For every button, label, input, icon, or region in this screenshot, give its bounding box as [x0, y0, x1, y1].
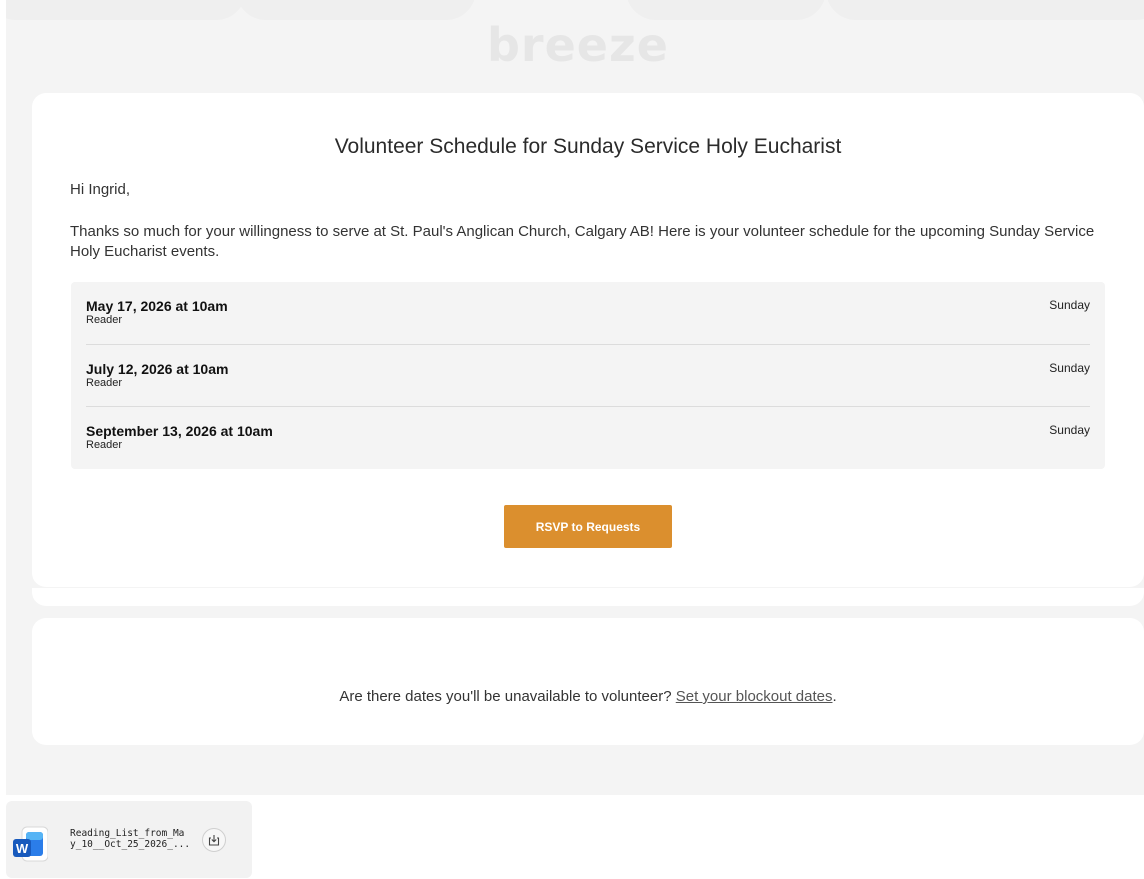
schedule-row: July 12, 2026 at 10am Reader Sunday	[86, 344, 1090, 407]
email-title: Volunteer Schedule for Sunday Service Ho…	[334, 135, 842, 158]
header-decoration	[826, 0, 1144, 20]
schedule-row: September 13, 2026 at 10am Reader Sunday	[86, 406, 1090, 469]
intro-text: Thanks so much for your willingness to s…	[70, 223, 1095, 260]
svg-text:W: W	[16, 841, 29, 856]
schedule-role: Reader	[86, 439, 123, 451]
schedule-role: Reader	[86, 314, 123, 326]
greeting-text: Hi Ingrid,	[70, 181, 131, 198]
download-icon[interactable]	[202, 828, 226, 852]
schedule-day: Sunday	[1049, 361, 1090, 375]
word-document-icon: W	[12, 826, 49, 862]
blockout-text: Are there dates you'll be unavailable to…	[32, 688, 1144, 705]
download-item[interactable]: W Reading_List_from_Ma y_10__Oct_25_2026…	[6, 801, 252, 878]
blockout-suffix: .	[832, 688, 837, 705]
card-footer-strip	[32, 588, 1144, 606]
download-filename-line: y_10__Oct_25_2026_...	[70, 839, 191, 850]
schedule-date: September 13, 2026 at 10am	[86, 423, 273, 439]
email-background: breeze Volunteer Schedule for Sunday Ser…	[6, 0, 1144, 795]
schedule-date: May 17, 2026 at 10am	[86, 298, 228, 314]
schedule-date: July 12, 2026 at 10am	[86, 361, 229, 377]
blockout-prompt: Are there dates you'll be unavailable to…	[339, 688, 672, 705]
blockout-card: Are there dates you'll be unavailable to…	[32, 618, 1144, 745]
blockout-link[interactable]: Set your blockout dates	[676, 688, 833, 705]
download-filename-line: Reading_List_from_Ma	[70, 828, 185, 839]
schedule-role: Reader	[86, 377, 123, 389]
breeze-logo: breeze	[487, 18, 669, 72]
schedule-row: May 17, 2026 at 10am Reader Sunday	[86, 282, 1090, 344]
schedule-list: May 17, 2026 at 10am Reader Sunday July …	[71, 282, 1105, 469]
schedule-card: Volunteer Schedule for Sunday Service Ho…	[32, 93, 1144, 587]
header-decoration	[236, 0, 476, 20]
rsvp-button[interactable]: RSVP to Requests	[504, 505, 672, 548]
header-decoration	[626, 0, 826, 20]
header-decoration	[6, 0, 246, 20]
schedule-day: Sunday	[1049, 298, 1090, 312]
download-filename: Reading_List_from_Ma y_10__Oct_25_2026_.…	[70, 828, 200, 850]
schedule-day: Sunday	[1049, 423, 1090, 437]
